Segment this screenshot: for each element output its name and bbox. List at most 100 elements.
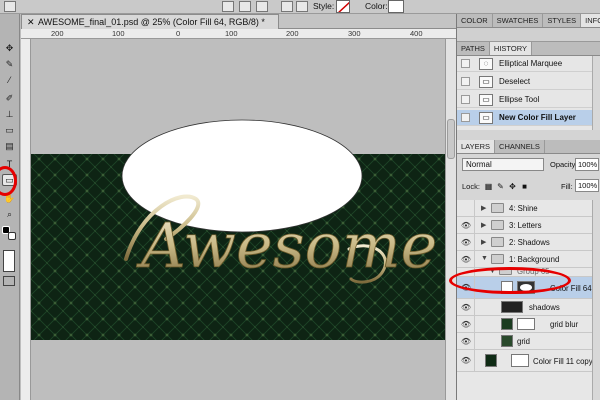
tab-info[interactable]: INFO [581,14,600,27]
screen-mode-button[interactable] [3,276,15,286]
blend-mode-select[interactable]: Normal [462,158,544,171]
tab-layers[interactable]: LAYERS [457,140,496,153]
eye-icon[interactable]: 👁 [460,319,472,330]
ellipse-shape-button[interactable] [296,1,308,12]
vertical-scrollbar[interactable] [445,39,456,400]
visibility-toggle[interactable]: 👁 [457,217,475,233]
eraser-tool-icon[interactable]: ▭ [2,124,17,136]
collapse-triangle-icon[interactable]: ▼ [481,255,488,262]
ruler-label: 300 [348,29,361,38]
folder-icon [491,203,504,213]
history-item[interactable]: ▭ Ellipse Tool [457,92,600,108]
visibility-toggle[interactable] [457,200,475,216]
tab-paths[interactable]: PATHS [457,42,490,55]
history-item-label: Elliptical Marquee [499,59,563,68]
layers-list: ▶ 4: Shine 👁 ▶ 3: Letters 👁 ▶ 2: Shadows… [449,200,600,400]
lock-label: Lock: [462,182,480,191]
mask-thumbnail[interactable] [511,354,529,367]
layer-thumbnail[interactable] [501,335,513,347]
lock-all-icon[interactable]: ■ [520,181,529,191]
rectangle-shape-button[interactable] [281,1,293,12]
layers-scrollbar[interactable] [592,200,600,400]
layer-row[interactable]: 👁 ▶ 3: Letters [457,217,600,234]
visibility-toggle[interactable]: 👁 [457,234,475,250]
history-item-active[interactable]: ▭ New Color Fill Layer [457,110,600,126]
fill-thumbnail[interactable] [485,354,497,367]
lock-position-icon[interactable]: ✥ [508,181,517,191]
zoom-tool-icon[interactable]: ⌕ [2,208,17,220]
color-panel-tabs: COLOR SWATCHES STYLES INFO [457,14,600,28]
canvas-artwork: Awesome [31,119,445,340]
layer-row[interactable]: 👁 shadows [457,299,600,316]
eye-icon[interactable]: 👁 [460,237,472,248]
fill-pixels-button[interactable] [256,1,268,12]
horizontal-ruler[interactable]: 200 100 0 100 200 300 400 [21,29,456,39]
expand-triangle-icon[interactable]: ▶ [481,238,486,246]
quick-mask-button[interactable] [3,250,15,272]
visibility-toggle[interactable]: 👁 [457,316,475,332]
new-selection-button[interactable] [4,1,16,12]
stamp-tool-icon[interactable]: ⊥ [2,108,17,120]
move-tool-icon[interactable]: ✥ [2,42,17,54]
eye-icon[interactable]: 👁 [460,336,472,347]
expand-triangle-icon[interactable]: ▶ [481,204,486,212]
layer-name: Color Fill 11 copy 2 [533,357,600,366]
history-brush-checkbox[interactable] [461,95,470,104]
lock-transparency-icon[interactable]: ▦ [484,181,493,191]
history-brush-checkbox[interactable] [461,77,470,86]
vertical-ruler[interactable] [21,39,31,400]
visibility-toggle[interactable]: 👁 [457,299,475,315]
history-brush-checkbox[interactable] [461,59,470,68]
eye-icon[interactable]: 👁 [460,220,472,231]
visibility-toggle[interactable]: 👁 [457,333,475,349]
canvas-area[interactable]: Awesome [31,39,445,400]
opacity-input[interactable]: 100% [575,158,599,171]
no-style-icon [338,1,349,12]
layer-thumbnail[interactable] [501,301,523,313]
folder-icon [491,254,504,264]
history-brush-checkbox[interactable] [461,113,470,122]
layer-row[interactable]: 👁 grid [457,333,600,350]
tab-history[interactable]: HISTORY [489,42,532,55]
layer-row[interactable]: 👁 Color Fill 11 copy 2 [457,350,600,372]
eye-icon[interactable]: 👁 [460,254,472,265]
quick-selection-tool-icon[interactable]: ✎ [2,58,17,70]
history-scrollbar[interactable] [592,56,600,130]
eye-icon[interactable]: 👁 [460,355,472,366]
layer-row[interactable]: 👁 ▼ 1: Background [457,251,600,268]
layer-name: shadows [529,303,560,312]
visibility-toggle[interactable]: 👁 [457,350,475,371]
eye-icon[interactable]: 👁 [460,302,472,313]
history-item[interactable]: ◌ Elliptical Marquee [457,56,600,72]
layer-row[interactable]: ▶ 4: Shine [457,200,600,217]
color-swatch[interactable] [388,0,404,13]
eyedropper-tool-icon[interactable]: ⁄ [2,74,17,86]
folder-icon [491,237,504,247]
document-tab[interactable]: ✕ AWESOME_final_01.psd @ 25% (Color Fill… [21,14,279,29]
mask-thumbnail[interactable] [517,318,535,330]
layer-thumbnail[interactable] [501,318,513,330]
tab-channels[interactable]: CHANNELS [495,140,545,153]
paths-button[interactable] [239,1,251,12]
ruler-label: 200 [51,29,64,38]
options-bar: Style: Color: [0,0,600,14]
gradient-tool-icon[interactable]: ▤ [2,140,17,152]
history-item[interactable]: ▭ Deselect [457,74,600,90]
layers-controls: Normal Opacity: 100% Lock: ▦ ✎ ✥ ■ Fill:… [457,154,600,200]
layer-highlight-annotation [449,267,571,294]
background-color-swatch[interactable] [8,232,16,240]
layer-row[interactable]: 👁 ▶ 2: Shadows [457,234,600,251]
fill-input[interactable]: 100% [575,179,599,192]
layer-row[interactable]: 👁 grid blur [457,316,600,333]
tab-color[interactable]: COLOR [457,14,493,27]
tab-styles[interactable]: STYLES [543,14,582,27]
close-tab-icon[interactable]: ✕ [27,15,35,29]
style-swatch[interactable] [336,0,350,13]
brush-tool-icon[interactable]: ✐ [2,92,17,104]
lock-pixels-icon[interactable]: ✎ [496,181,505,191]
expand-triangle-icon[interactable]: ▶ [481,221,486,229]
shape-layers-button[interactable] [222,1,234,12]
visibility-toggle[interactable]: 👁 [457,251,475,267]
scrollbar-thumb[interactable] [447,119,455,159]
tab-swatches[interactable]: SWATCHES [493,14,544,27]
